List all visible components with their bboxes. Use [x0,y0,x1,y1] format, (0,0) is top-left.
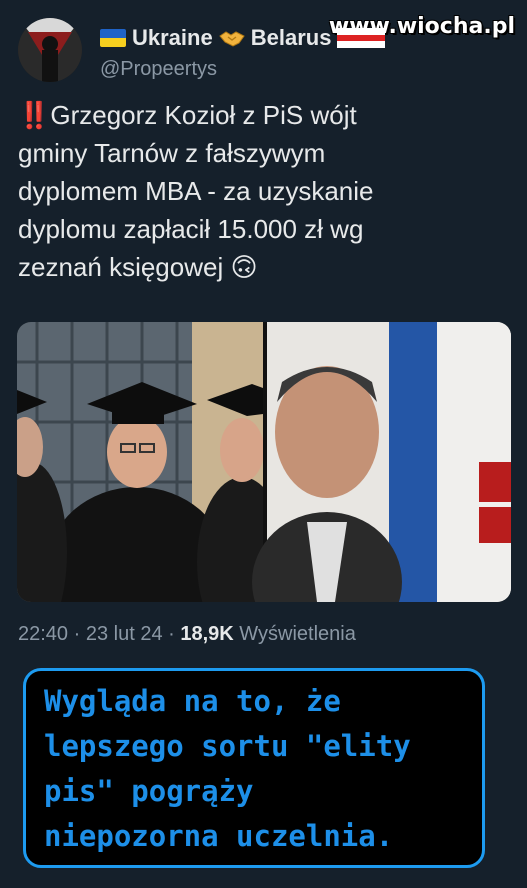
display-name[interactable]: Ukraine Belarus [100,22,520,54]
avatar[interactable] [18,18,82,82]
tweet-date[interactable]: 23 lut 24 [86,623,163,645]
user-handle[interactable]: @Propeertys [100,58,520,81]
tweet-time[interactable]: 22:40 [18,623,68,645]
tweet-header: Ukraine Belarus @Propeertys [100,22,520,81]
flag-ukraine-icon [100,29,126,47]
meta-separator: · [168,623,181,645]
commentary-text: Wygląda na to, że lepszego sortu "elity … [44,684,411,853]
tweet-photo[interactable] [17,322,511,602]
display-name-part2: Belarus [250,25,332,50]
avatar-image [18,18,82,82]
views-label: Wyświetlenia [239,623,356,645]
tweet-text: ‼️Grzegorz Kozioł z PiS wójt gminy Tarnó… [18,100,374,282]
handshake-icon [218,31,245,47]
meta-separator: · [73,623,86,645]
views-count: 18,9K [180,623,234,645]
photo-collage-image [17,322,511,602]
tweet-meta: 22:40 · 23 lut 24 · 18,9K Wyświetlenia [18,623,356,646]
display-name-part1: Ukraine [132,25,213,50]
tweet-card: www.wiocha.pl Ukraine Belarus @Propeerty… [0,0,527,660]
commentary-callout: Wygląda na to, że lepszego sortu "elity … [23,668,485,868]
flag-belarus-icon [337,28,386,48]
